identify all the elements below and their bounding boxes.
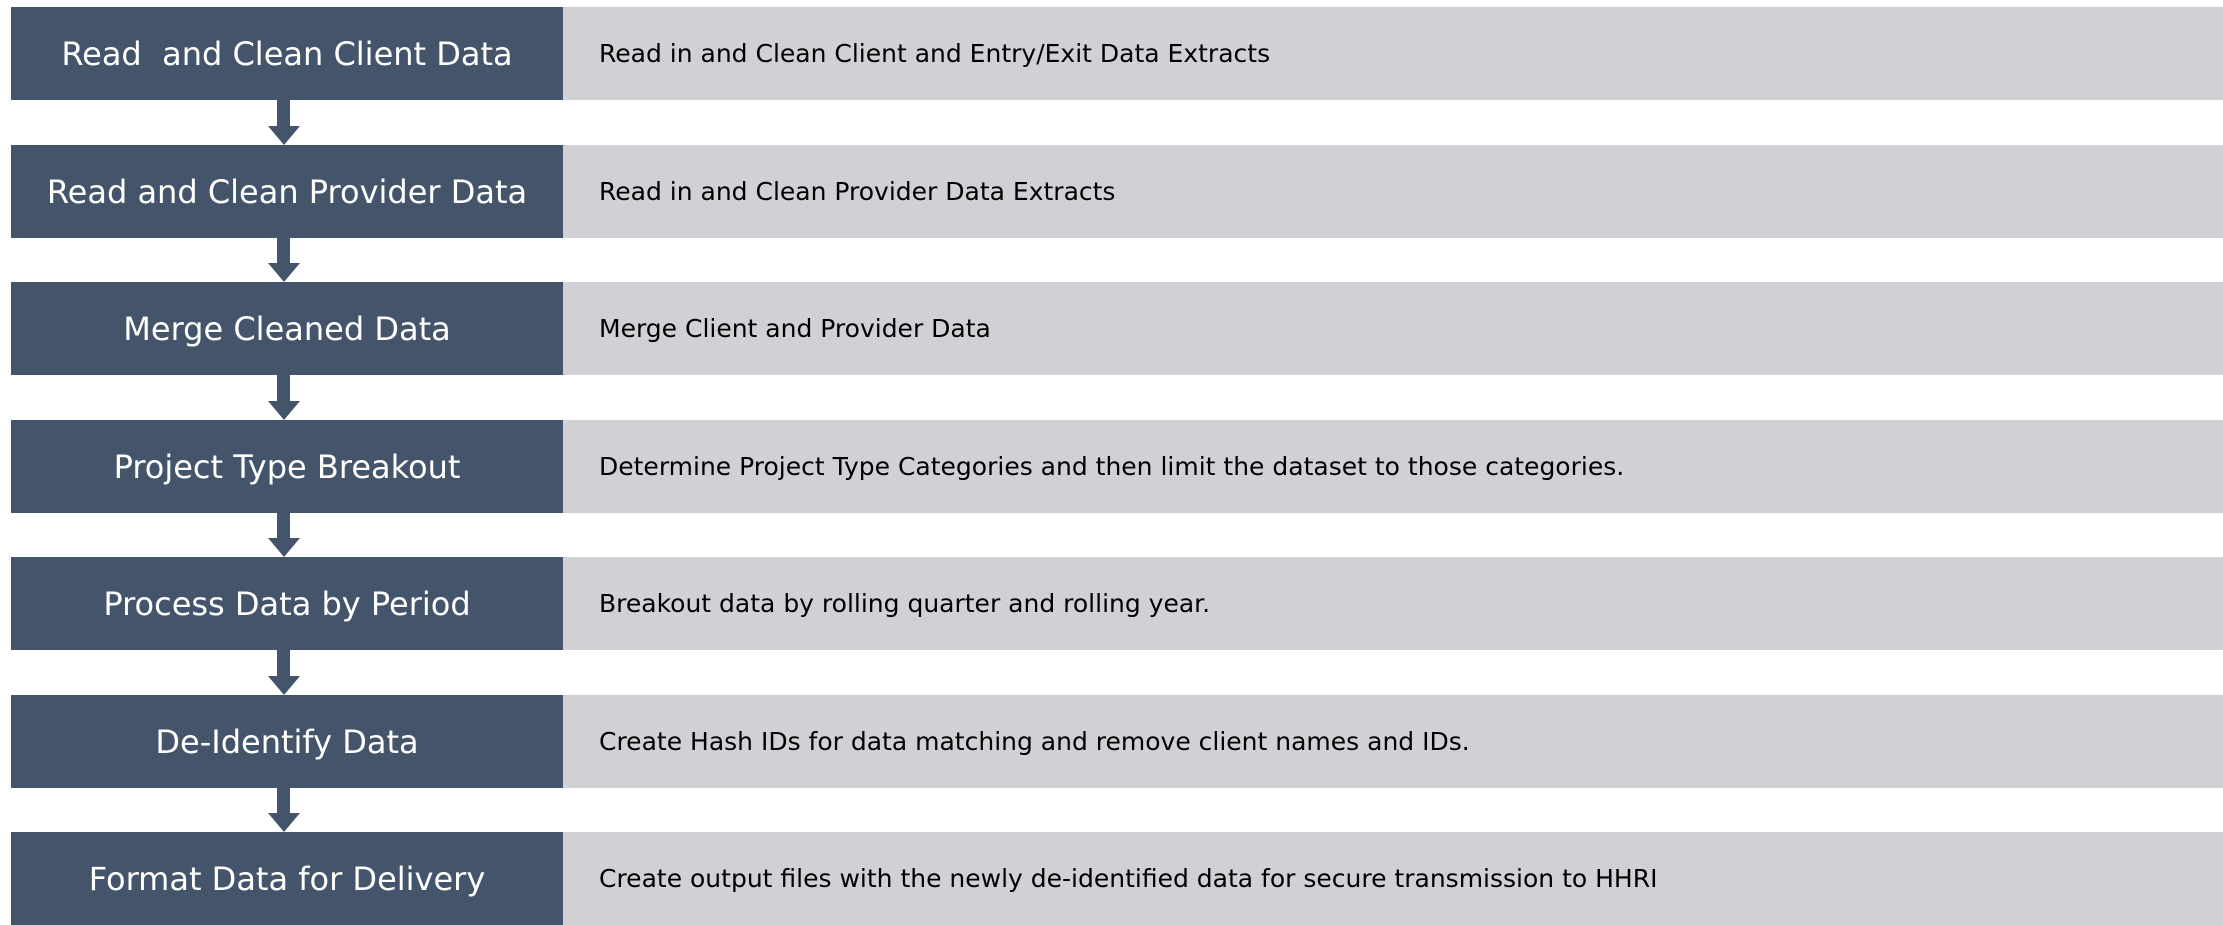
- arrow-head: [268, 813, 300, 832]
- process-step: Format Data for Delivery Create output f…: [11, 832, 2223, 925]
- arrow-head: [268, 126, 300, 145]
- arrow-head: [268, 676, 300, 695]
- process-step: Process Data by Period Breakout data by …: [11, 557, 2223, 650]
- step-description: Determine Project Type Categories and th…: [563, 420, 2223, 513]
- arrow-shaft: [277, 650, 290, 678]
- process-flow-diagram: Read and Clean Client Data Read in and C…: [0, 0, 2223, 925]
- arrow-shaft: [277, 788, 290, 815]
- arrow-shaft: [277, 100, 290, 128]
- step-title: Project Type Breakout: [11, 420, 563, 513]
- arrow-head: [268, 538, 300, 557]
- step-title: Format Data for Delivery: [11, 832, 563, 925]
- step-description: Create output files with the newly de-id…: [563, 832, 2223, 925]
- arrow-shaft: [277, 375, 290, 403]
- process-step: De-Identify Data Create Hash IDs for dat…: [11, 695, 2223, 788]
- step-title: Merge Cleaned Data: [11, 282, 563, 375]
- arrow-head: [268, 263, 300, 282]
- step-title: Read and Clean Provider Data: [11, 145, 563, 238]
- step-title: De-Identify Data: [11, 695, 563, 788]
- step-title: Process Data by Period: [11, 557, 563, 650]
- process-step: Project Type Breakout Determine Project …: [11, 420, 2223, 513]
- step-description: Breakout data by rolling quarter and rol…: [563, 557, 2223, 650]
- step-description: Read in and Clean Provider Data Extracts: [563, 145, 2223, 238]
- process-step: Merge Cleaned Data Merge Client and Prov…: [11, 282, 2223, 375]
- step-description: Create Hash IDs for data matching and re…: [563, 695, 2223, 788]
- arrow-shaft: [277, 513, 290, 540]
- step-description: Merge Client and Provider Data: [563, 282, 2223, 375]
- arrow-shaft: [277, 238, 290, 265]
- step-title: Read and Clean Client Data: [11, 7, 563, 100]
- process-step: Read and Clean Provider Data Read in and…: [11, 145, 2223, 238]
- step-description: Read in and Clean Client and Entry/Exit …: [563, 7, 2223, 100]
- process-step: Read and Clean Client Data Read in and C…: [11, 7, 2223, 100]
- arrow-head: [268, 401, 300, 420]
